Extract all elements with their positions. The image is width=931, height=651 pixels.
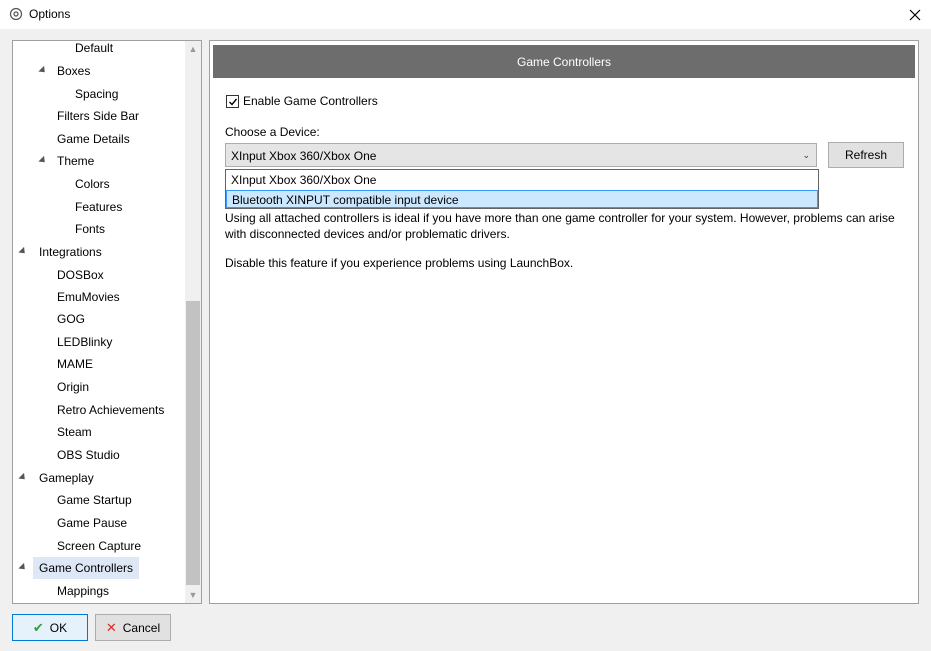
tree-scrollbar[interactable]: ▲ ▼ [185,41,201,603]
tree-item-steam[interactable]: Steam [57,421,92,443]
ok-button[interactable]: ✔ OK [12,614,88,641]
title-bar: Options [0,0,931,29]
options-tree[interactable]: Default Boxes Spacing Filters Side Bar G… [12,40,202,604]
cancel-icon: ✕ [105,619,117,635]
device-combobox[interactable]: XInput Xbox 360/Xbox One ⌄ [225,143,817,167]
panel-header: Game Controllers [213,45,915,78]
tree-item-features[interactable]: Features [75,196,122,218]
checkmark-icon [228,98,237,106]
cancel-button[interactable]: ✕ Cancel [95,614,171,641]
close-icon [909,9,921,20]
dropdown-option-highlighted[interactable]: Bluetooth XINPUT compatible input device [226,190,818,208]
expand-arrow-icon[interactable] [18,562,28,573]
tree-item-emumovies[interactable]: EmuMovies [57,286,120,308]
tree-item-integrations[interactable]: Integrations [39,241,102,263]
tree-item-fonts[interactable]: Fonts [75,218,105,240]
close-button[interactable] [899,0,931,29]
tree-item-filters-side-bar[interactable]: Filters Side Bar [57,105,139,127]
ok-label: OK [49,620,68,635]
expand-arrow-icon[interactable] [18,246,28,257]
tree-item-theme[interactable]: Theme [57,150,94,172]
refresh-button[interactable]: Refresh [828,142,904,168]
tree-item-colors[interactable]: Colors [75,173,110,195]
tree-item-ledblinky[interactable]: LEDBlinky [57,331,112,353]
tree-item-mame[interactable]: MAME [57,353,93,375]
description-note: Disable this feature if you experience p… [225,256,574,270]
chevron-down-icon[interactable]: ⌄ [802,150,810,161]
cancel-label: Cancel [122,620,161,635]
expand-arrow-icon[interactable] [38,65,48,76]
tree-item-game-startup[interactable]: Game Startup [57,489,132,511]
tree-item-mappings[interactable]: Mappings [57,580,109,602]
tree-item-screen-capture[interactable]: Screen Capture [57,535,141,557]
choose-device-label: Choose a Device: [225,125,320,139]
tree-item-boxes[interactable]: Boxes [57,60,90,82]
expand-arrow-icon[interactable] [18,472,28,483]
scroll-down-icon[interactable]: ▼ [185,587,201,603]
window-title: Options [29,7,71,21]
description-text: Using all attached controllers is ideal … [225,211,895,241]
tree-item-spacing[interactable]: Spacing [75,83,118,105]
tree-item-gog[interactable]: GOG [57,308,85,330]
enable-controllers-label[interactable]: Enable Game Controllers [243,94,378,108]
tree-item-game-pause[interactable]: Game Pause [57,512,127,534]
tree-item-game-details[interactable]: Game Details [57,128,130,150]
check-icon: ✔ [32,619,44,635]
dropdown-option[interactable]: XInput Xbox 360/Xbox One [226,171,818,189]
expand-arrow-icon[interactable] [38,155,48,166]
tree-item-game-controllers[interactable]: Game Controllers [33,557,140,579]
settings-panel: Game Controllers Enable Game Controllers… [209,40,919,604]
tree-item-origin[interactable]: Origin [57,376,89,398]
tree-item-gameplay[interactable]: Gameplay [39,467,94,489]
tree-item-default[interactable]: Default [75,41,113,59]
tree-item-retro-achievements[interactable]: Retro Achievements [57,399,164,421]
tree-item-dosbox[interactable]: DOSBox [57,264,104,286]
scroll-thumb[interactable] [186,301,200,585]
device-dropdown-list[interactable]: XInput Xbox 360/Xbox One Bluetooth XINPU… [225,169,819,209]
scroll-up-icon[interactable]: ▲ [185,41,201,57]
tree-item-obs-studio[interactable]: OBS Studio [57,444,120,466]
enable-controllers-checkbox[interactable] [226,95,239,108]
gear-icon [9,7,23,21]
combo-selected-value: XInput Xbox 360/Xbox One [231,149,377,163]
